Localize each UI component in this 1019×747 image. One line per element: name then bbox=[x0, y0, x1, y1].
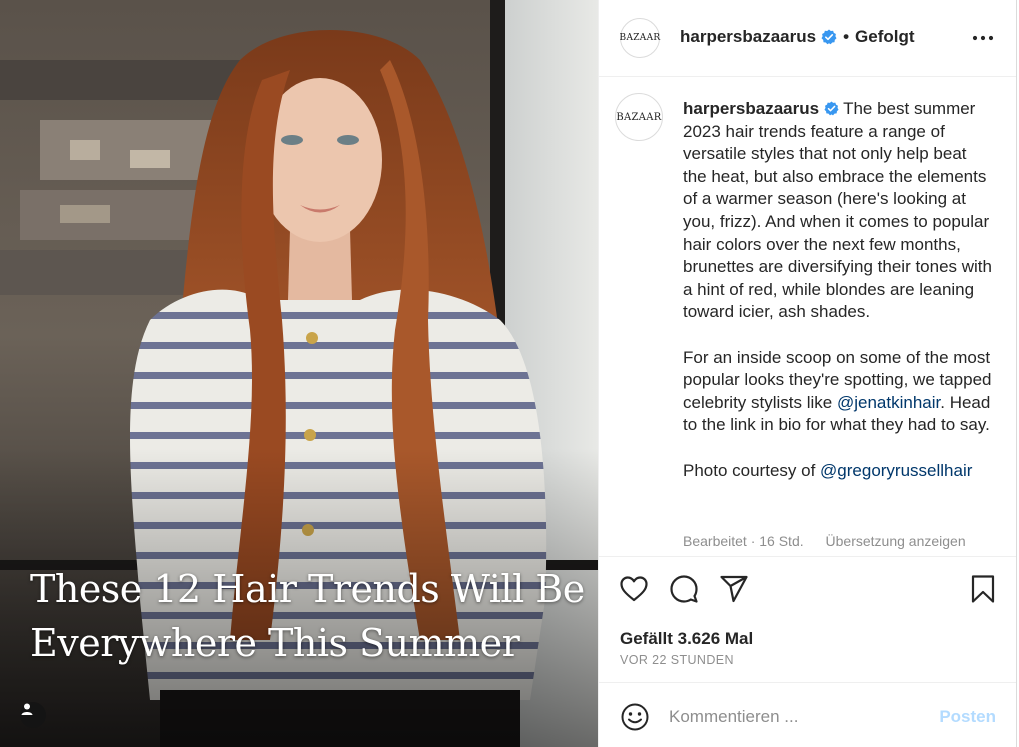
post-detail-panel: BAZAAR harpersbazaarus • Gefolgt BAZAAR … bbox=[598, 0, 1017, 747]
headline-line-2: Everywhere This Summer bbox=[30, 621, 520, 665]
header-separator: • bbox=[843, 27, 850, 46]
save-button[interactable] bbox=[970, 574, 996, 609]
comment-button[interactable] bbox=[669, 574, 699, 609]
emoji-icon bbox=[621, 703, 649, 731]
like-button[interactable] bbox=[619, 574, 649, 609]
author-username[interactable]: harpersbazaarus bbox=[680, 27, 816, 47]
bookmark-icon bbox=[971, 575, 995, 603]
post-header: BAZAAR harpersbazaarus • Gefolgt bbox=[599, 0, 1016, 77]
caption-paragraph-1: harpersbazaarus The best summer 2023 hair… bbox=[683, 98, 993, 324]
more-options-button[interactable] bbox=[972, 27, 994, 54]
post-image-headline: These 12 Hair Trends Will Be Everywhere … bbox=[30, 562, 590, 670]
user-icon bbox=[21, 703, 33, 715]
share-button[interactable] bbox=[719, 574, 749, 609]
comment-composer: Posten bbox=[599, 682, 1016, 747]
post-actions: Gefällt 3.626 Mal VOR 22 STUNDEN bbox=[599, 556, 1016, 682]
caption-paragraph-3: Photo courtesy of @gregoryrussellhair bbox=[683, 460, 993, 483]
emoji-picker-button[interactable] bbox=[620, 702, 650, 737]
caption-username[interactable]: harpersbazaarus bbox=[683, 99, 819, 118]
caption-author-avatar[interactable]: BAZAAR bbox=[615, 93, 663, 141]
post-image[interactable]: These 12 Hair Trends Will Be Everywhere … bbox=[0, 0, 598, 747]
author-info: harpersbazaarus • Gefolgt bbox=[680, 27, 915, 47]
likes-count[interactable]: Gefällt 3.626 Mal bbox=[620, 629, 753, 649]
headline-line-1: These 12 Hair Trends Will Be bbox=[30, 567, 585, 611]
more-options-icon bbox=[972, 35, 994, 41]
post-timestamp: VOR 22 STUNDEN bbox=[620, 653, 734, 667]
author-avatar[interactable]: BAZAAR bbox=[620, 18, 660, 58]
caption-body-3: Photo courtesy of bbox=[683, 460, 821, 480]
comment-icon bbox=[670, 575, 698, 603]
show-translation-link[interactable]: Übersetzung anzeigen bbox=[826, 533, 966, 549]
following-button[interactable]: Gefolgt bbox=[855, 27, 915, 47]
caption-text: harpersbazaarus The best summer 2023 hair… bbox=[683, 98, 993, 505]
mention-link-gregoryrussellhair[interactable]: @gregoryrussellhair bbox=[820, 461, 972, 480]
caption-section: BAZAAR harpersbazaarus The best summer 20… bbox=[599, 78, 1016, 555]
share-icon bbox=[720, 575, 748, 603]
caption-meta: Bearbeitet · 16 Std. Übersetzung anzeige… bbox=[683, 533, 966, 549]
comment-input[interactable] bbox=[669, 705, 929, 729]
caption-body-1: The best summer 2023 hair trends feature… bbox=[683, 99, 992, 322]
heart-icon bbox=[620, 576, 648, 602]
verified-badge-icon bbox=[821, 29, 837, 45]
caption-avatar-logo-text: BAZAAR bbox=[616, 111, 662, 123]
post-comment-button[interactable]: Posten bbox=[939, 707, 996, 727]
tagged-users-button[interactable] bbox=[20, 702, 46, 728]
verified-badge-icon bbox=[824, 101, 839, 116]
caption-paragraph-2: For an inside scoop on some of the most … bbox=[683, 347, 993, 437]
avatar-logo-text: BAZAAR bbox=[619, 33, 661, 43]
mention-link-jenatkinhair[interactable]: @jenatkinhair bbox=[837, 393, 940, 412]
edited-timestamp: Bearbeitet · 16 Std. bbox=[683, 533, 804, 549]
